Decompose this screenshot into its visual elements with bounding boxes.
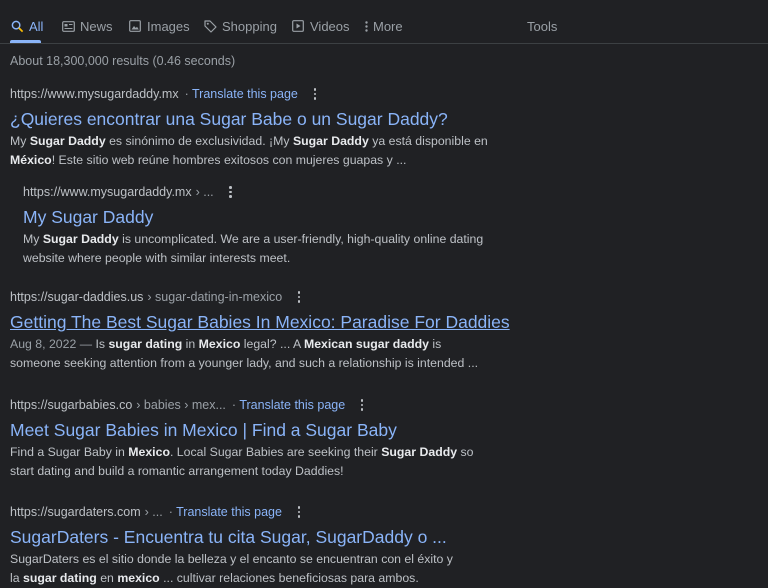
result-cite: https://sugar-daddies.us › sugar-dating-… [10,288,480,306]
search-icon [10,19,24,33]
snippet-keyword: Mexico [128,445,170,459]
play-icon [291,19,305,33]
snippet-keyword: Sugar Daddy [292,134,369,148]
tab-label: News [80,18,113,34]
result-date: Aug 8, 2022 — [10,337,96,351]
snippet-text: ya está disponible en [368,134,488,148]
tab-label: Images [147,18,190,34]
result-snippet: Find a Sugar Baby in Mexico. Local Sugar… [10,443,500,481]
translate-link[interactable]: Translate this page [185,87,298,101]
tools-button[interactable]: Tools [527,16,557,36]
result-snippet: My Sugar Daddy is uncomplicated. We are … [23,230,513,268]
result-url[interactable]: https://www.mysugardaddy.mx [10,87,179,101]
tools-label: Tools [527,18,558,34]
snippet-keyword: sugar dating [108,337,183,351]
tab-label: Videos [310,18,350,34]
kebab-icon [362,19,370,33]
tag-icon [203,19,217,33]
snippet-text: Is [95,337,109,351]
result-url[interactable]: https://sugar-daddies.us [10,290,143,304]
tab-label: More [373,18,403,34]
search-result: https://sugar-daddies.us › sugar-dating-… [10,288,510,373]
search-result: https://sugardaters.com › ... Translate … [10,503,460,588]
result-path: › babies › mex... [136,398,226,412]
result-title[interactable]: Meet Sugar Babies in Mexico | Find a Sug… [10,419,500,441]
more-options-icon[interactable] [226,184,236,200]
result-snippet: Aug 8, 2022 — Is sugar dating in Mexico … [10,335,480,373]
result-title[interactable]: SugarDaters - Encuentra tu cita Sugar, S… [10,526,460,548]
result-cite: https://sugardaters.com › ... Translate … [10,503,460,521]
snippet-text: ... cultivar relaciones beneficiosas par… [159,571,419,585]
result-snippet: My Sugar Daddy es sinónimo de exclusivid… [10,132,530,170]
more-options-icon[interactable] [294,504,304,520]
snippet-keyword: sugar dating [23,571,97,585]
result-title[interactable]: Getting The Best Sugar Babies In Mexico:… [10,311,510,333]
snippet-text: legal? ... A [240,337,304,351]
snippet-text: My [10,134,30,148]
result-path: › ... [144,505,163,519]
search-result: https://www.mysugardaddy.mx Translate th… [10,85,530,170]
tab-label: All [29,18,44,34]
tab-videos[interactable]: Videos [291,16,350,36]
more-options-icon[interactable] [294,289,304,305]
translate-link[interactable]: Translate this page [232,398,345,412]
tab-more[interactable]: More [362,16,403,36]
result-title[interactable]: ¿Quieres encontrar una Sugar Babe o un S… [10,108,530,130]
tab-images[interactable]: Images [128,16,190,36]
search-tabs: All News Images Shopping Videos More Too… [0,0,768,44]
more-options-icon[interactable] [357,397,367,413]
tab-label: Shopping [222,18,277,34]
tab-news[interactable]: News [61,16,113,36]
snippet-keyword: Sugar Daddy [42,232,119,246]
result-cite: https://www.mysugardaddy.mx › ... [23,183,513,201]
news-icon [61,19,75,33]
result-cite: https://www.mysugardaddy.mx Translate th… [10,85,530,103]
snippet-keyword: Mexican sugar daddy [303,337,430,351]
snippet-keyword: mexico [117,571,160,585]
more-options-icon[interactable] [310,86,320,102]
search-result: https://sugarbabies.co › babies › mex...… [10,396,500,481]
snippet-text: My [23,232,43,246]
snippet-text: in [182,337,199,351]
result-path: › sugar-dating-in-mexico [147,290,283,304]
snippet-text: ! Este sitio web reúne hombres exitosos … [51,153,407,167]
snippet-text: en [96,571,118,585]
result-url[interactable]: https://www.mysugardaddy.mx [23,185,192,199]
snippet-keyword: México [10,153,52,167]
snippet-text: Find a Sugar Baby in [10,445,129,459]
search-result-sub: https://www.mysugardaddy.mx › ... My Sug… [23,183,513,268]
snippet-keyword: Sugar Daddy [381,445,458,459]
result-stats: About 18,300,000 results (0.46 seconds) [10,54,236,68]
result-url[interactable]: https://sugardaters.com [10,505,141,519]
result-url[interactable]: https://sugarbabies.co [10,398,132,412]
result-path: › ... [195,185,214,199]
tab-shopping[interactable]: Shopping [203,16,277,36]
result-cite: https://sugarbabies.co › babies › mex...… [10,396,500,414]
translate-link[interactable]: Translate this page [169,505,282,519]
snippet-text: es sinónimo de exclusividad. ¡My [105,134,293,148]
result-title[interactable]: My Sugar Daddy [23,206,513,228]
snippet-keyword: Sugar Daddy [29,134,106,148]
result-snippet: SugarDaters es el sitio donde la belleza… [10,550,460,588]
snippet-text: . Local Sugar Babies are seeking their [169,445,382,459]
tab-all[interactable]: All [10,16,43,36]
image-icon [128,19,142,33]
snippet-keyword: Mexico [198,337,241,351]
active-tab-indicator [10,40,41,43]
